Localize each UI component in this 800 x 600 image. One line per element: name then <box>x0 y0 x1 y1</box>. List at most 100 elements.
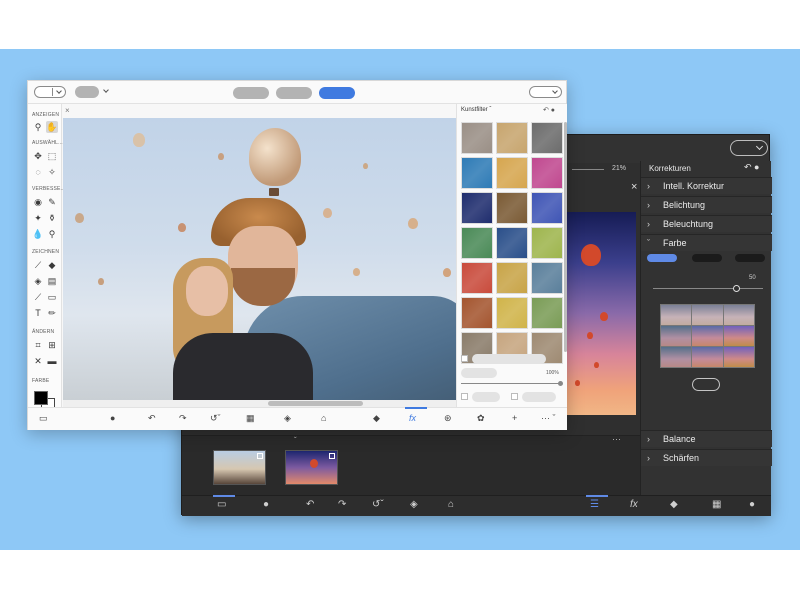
marquee-tool-icon[interactable]: ⬚ <box>46 150 58 162</box>
options-icon[interactable]: ● <box>110 413 115 423</box>
textures-icon[interactable]: ⊛ <box>444 413 452 424</box>
filter-thumbnail[interactable] <box>496 157 528 189</box>
filter-thumbnail[interactable] <box>531 157 563 189</box>
home-icon[interactable]: ⌂ <box>448 499 454 510</box>
mode-guided-tab[interactable] <box>276 87 312 99</box>
red-eye-tool-icon[interactable]: ◉ <box>32 196 44 208</box>
variant-thumbnail[interactable] <box>661 347 692 367</box>
layers-icon[interactable]: ◆ <box>373 413 380 424</box>
variant-thumbnail[interactable] <box>723 347 754 367</box>
organizer-icon[interactable]: ◈ <box>410 499 418 510</box>
color-slider[interactable] <box>653 285 763 292</box>
dark-canvas-close-icon[interactable]: × <box>631 181 637 193</box>
chevron-down-icon[interactable] <box>103 87 109 93</box>
slider-knob[interactable] <box>733 285 740 292</box>
variant-thumbnail[interactable] <box>692 305 723 325</box>
organizer-icon[interactable]: ◈ <box>284 413 291 424</box>
redo-icon[interactable]: ↷ <box>179 413 187 424</box>
healing-brush-icon[interactable]: ✎ <box>46 196 58 208</box>
shape-tool-icon[interactable]: ▭ <box>46 291 58 303</box>
section-lighting[interactable]: › Beleuchtung <box>641 215 772 232</box>
filter-thumbnail[interactable] <box>531 122 563 154</box>
more-options-icon[interactable]: ··· <box>612 434 621 444</box>
filter-thumbnail[interactable] <box>496 227 528 259</box>
panel-reset-help-icons[interactable]: ↶ ● <box>543 106 555 114</box>
paint-bucket-icon[interactable]: ◈ <box>32 275 44 287</box>
hand-tool-icon[interactable]: ✋ <box>46 121 58 133</box>
magic-wand-icon[interactable]: ✧ <box>46 166 58 178</box>
photo-bin-icon[interactable]: ▭ <box>213 495 235 510</box>
filter-thumbnail[interactable] <box>461 227 493 259</box>
filter-thumbnail[interactable] <box>496 297 528 329</box>
eraser-tool-icon[interactable]: ◆ <box>46 259 58 271</box>
variant-thumbnail[interactable] <box>723 326 754 346</box>
content-move-icon[interactable]: ✕ <box>32 355 44 367</box>
blur-tool-icon[interactable]: 💧 <box>32 228 44 240</box>
filter-thumbnail[interactable] <box>531 192 563 224</box>
filter-thumbnail[interactable] <box>531 297 563 329</box>
options-icon[interactable]: ● <box>263 499 269 510</box>
eyedropper-icon[interactable]: ⟋ <box>32 291 44 303</box>
filter-thumbnail[interactable] <box>461 192 493 224</box>
filter-thumbnail[interactable] <box>461 262 493 294</box>
filters-scrollbar[interactable] <box>564 122 567 352</box>
photo-bin-thumbnail-sunset[interactable] <box>285 450 338 485</box>
filter-checkbox[interactable] <box>461 393 468 400</box>
textures-icon[interactable]: ▦ <box>712 499 721 510</box>
recompose-tool-icon[interactable]: ⊞ <box>46 339 58 351</box>
filter-strength-slider[interactable] <box>461 381 563 386</box>
filter-checkbox[interactable] <box>461 355 468 362</box>
dark-mode-dropdown[interactable] <box>730 140 768 156</box>
open-dropdown[interactable] <box>34 86 66 98</box>
color-variant-grid[interactable] <box>660 304 755 368</box>
undo-icon[interactable]: ↶ <box>306 499 314 510</box>
layout-icon[interactable]: ▦ <box>246 413 255 424</box>
color-tab-3[interactable] <box>735 254 765 262</box>
graphics-icon[interactable]: ● <box>749 499 755 510</box>
filter-thumbnail[interactable] <box>531 227 563 259</box>
effects-icon[interactable]: fx <box>405 407 427 423</box>
horizontal-scrollbar[interactable] <box>63 400 470 407</box>
filter-category-dropdown[interactable]: Kunstfilter ˇ <box>461 107 491 113</box>
add-icon[interactable]: + <box>512 413 517 423</box>
filter-thumbnail[interactable] <box>496 262 528 294</box>
rotate-icon[interactable]: ↺ˇ <box>210 413 221 424</box>
filter-option-row[interactable] <box>461 368 497 378</box>
document-close-icon[interactable]: × <box>65 106 70 115</box>
zoom-slider[interactable] <box>572 169 604 170</box>
photo-bin-icon[interactable]: ▭ <box>39 413 48 424</box>
color-apply-button[interactable] <box>692 378 720 391</box>
foreground-color-swatch[interactable] <box>34 391 48 405</box>
section-smart-fix[interactable]: › Intell. Korrektur <box>641 177 772 194</box>
panel-reset-help-icons[interactable]: ↶ ● <box>744 162 759 173</box>
rotate-icon[interactable]: ↺ˇ <box>372 499 384 510</box>
variant-thumbnail[interactable] <box>723 305 754 325</box>
photo-bin-toggle[interactable]: ▭ <box>28 407 63 430</box>
pencil-tool-icon[interactable]: ✏ <box>46 307 58 319</box>
gradient-tool-icon[interactable]: ▤ <box>46 275 58 287</box>
layers-icon[interactable]: ◆ <box>670 499 678 510</box>
move-tool-icon[interactable]: ✥ <box>32 150 44 162</box>
filter-checkbox[interactable] <box>511 393 518 400</box>
variant-thumbnail[interactable] <box>692 326 723 346</box>
home-icon[interactable]: ⌂ <box>321 413 326 423</box>
mode-expert-tab[interactable] <box>319 87 355 99</box>
filter-thumbnail[interactable] <box>461 297 493 329</box>
section-color[interactable]: ˇ Farbe <box>641 234 772 251</box>
brush-tool-icon[interactable]: ⟋ <box>32 259 44 271</box>
section-balance[interactable]: › Balance <box>641 430 772 447</box>
filter-thumbnail[interactable] <box>461 122 493 154</box>
redo-icon[interactable]: ↷ <box>338 499 346 510</box>
effects-icon[interactable]: fx <box>630 499 638 510</box>
more-icon[interactable]: ··· ˇ <box>541 413 556 423</box>
variant-thumbnail[interactable] <box>692 347 723 367</box>
section-exposure[interactable]: › Belichtung <box>641 196 772 213</box>
undo-icon[interactable]: ↶ <box>148 413 156 424</box>
scroll-thumb[interactable] <box>268 401 363 406</box>
straighten-tool-icon[interactable]: ▬ <box>46 355 58 367</box>
lasso-tool-icon[interactable]: ◌ <box>32 166 44 178</box>
slider-knob[interactable] <box>558 381 563 386</box>
sponge-tool-icon[interactable]: ⚲ <box>46 228 58 240</box>
color-tab-1[interactable] <box>647 254 677 262</box>
variant-thumbnail[interactable] <box>661 305 692 325</box>
